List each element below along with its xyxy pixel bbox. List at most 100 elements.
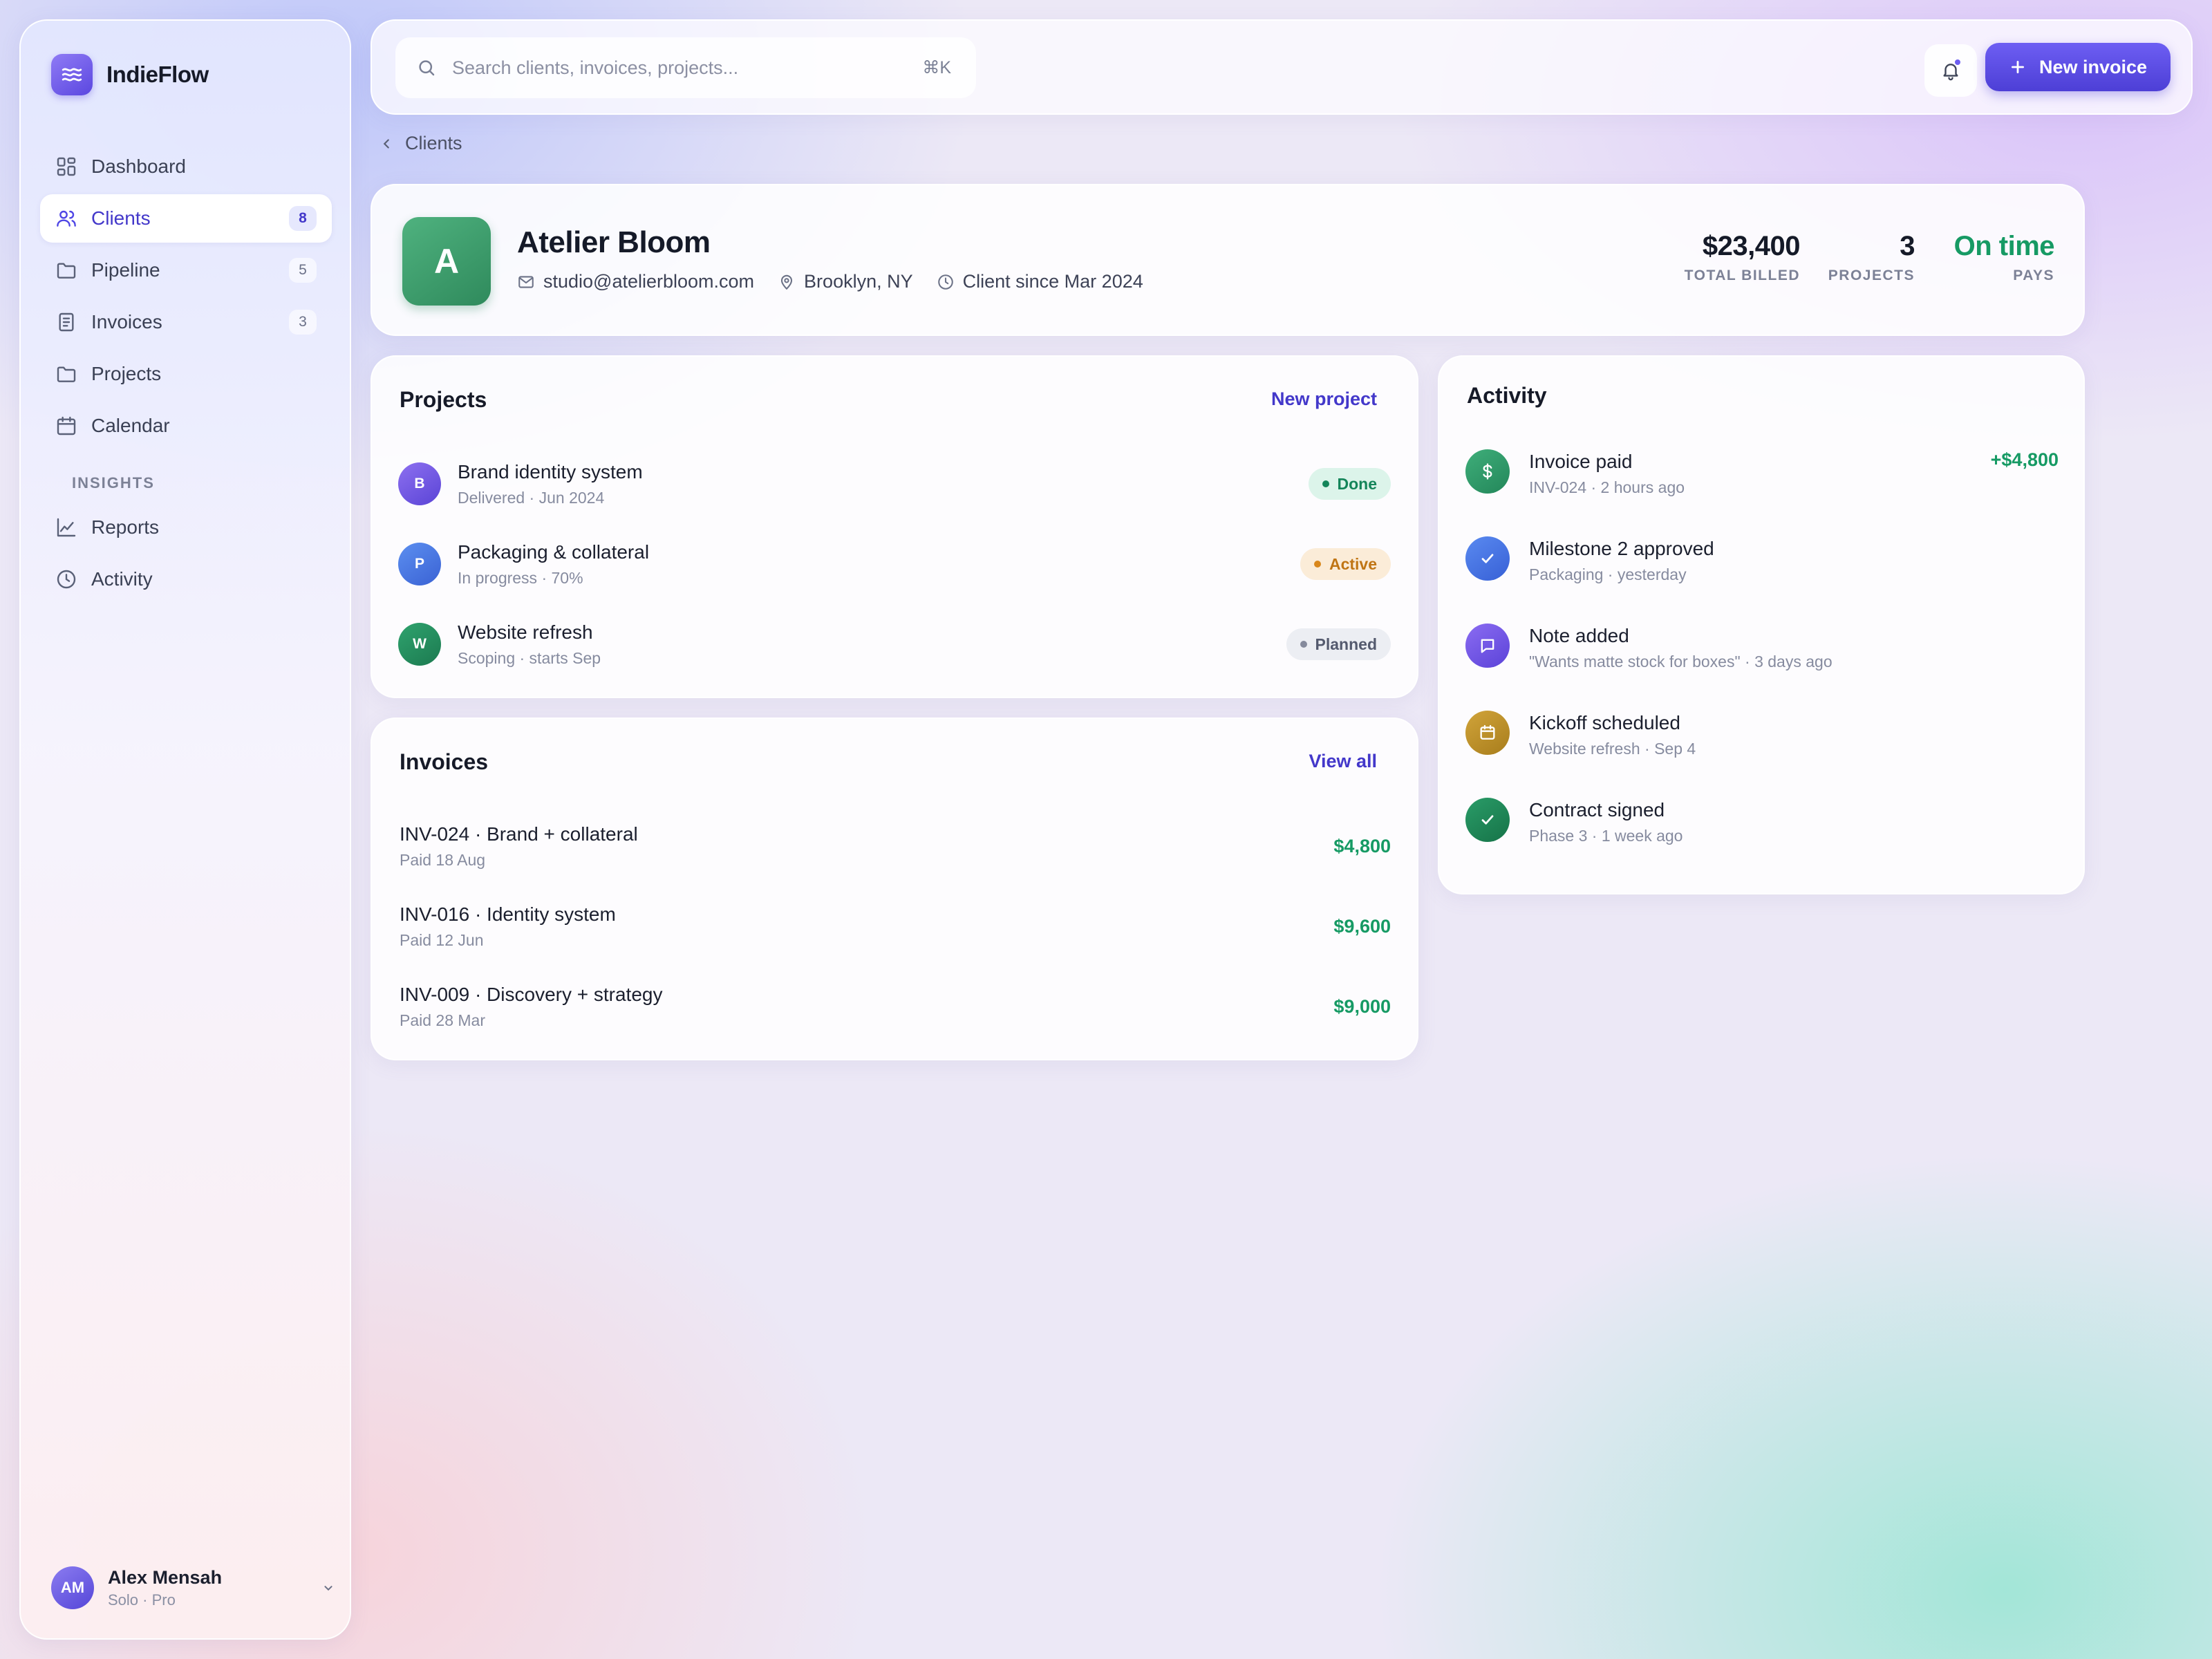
activity-amount: +$4,800 <box>1990 449 2059 470</box>
sidebar-item-label: Pipeline <box>91 259 160 281</box>
top-bar: Search clients, invoices, projects... ⌘K… <box>371 19 2193 115</box>
activity-title-text: Kickoff scheduled <box>1529 712 1680 733</box>
activity-title-text: Note added <box>1529 625 1629 646</box>
clock-icon <box>55 568 77 590</box>
client-since: Client since Mar 2024 <box>937 271 1143 292</box>
calendar-icon <box>55 415 77 437</box>
activity-title: Activity <box>1467 383 1547 408</box>
sidebar-item-label: Dashboard <box>91 156 186 177</box>
search-input[interactable]: Search clients, invoices, projects... ⌘K <box>395 37 976 98</box>
notifications-button[interactable] <box>1924 44 1977 97</box>
grid-icon <box>55 156 77 178</box>
breadcrumb[interactable]: Clients <box>379 133 462 154</box>
count-badge: 5 <box>289 258 317 283</box>
status-badge: Active <box>1300 548 1391 580</box>
client-name: Atelier Bloom <box>517 225 711 259</box>
invoice-subtitle: Paid 12 Jun <box>400 930 484 949</box>
activity-title-text: Contract signed <box>1529 799 1665 821</box>
client-email[interactable]: studio@atelierbloom.com <box>517 271 754 292</box>
activity-item[interactable]: Invoice paid INV-024 · 2 hours ago +$4,8… <box>1465 444 2059 531</box>
client-location: Brooklyn, NY <box>778 271 913 292</box>
invoice-row[interactable]: INV-009 · Discovery + strategy Paid 28 M… <box>400 966 1392 1047</box>
client-meta: studio@atelierbloom.com Brooklyn, NY Cli… <box>517 271 1167 292</box>
status-badge: Done <box>1308 468 1391 500</box>
stat-pays: On time PAYS <box>1954 231 2055 284</box>
project-subtitle: Scoping · starts Sep <box>458 648 601 667</box>
sidebar-item-label: Reports <box>91 516 160 538</box>
clock-icon <box>937 273 955 291</box>
sidebar-item-dashboard[interactable]: Dashboard <box>40 142 332 191</box>
check-icon <box>1465 798 1510 842</box>
activity-item[interactable]: Kickoff scheduled Website refresh · Sep … <box>1465 705 2059 792</box>
project-row[interactable]: W Website refresh Scoping · starts Sep P… <box>398 604 1391 684</box>
project-title: Website refresh <box>458 621 593 643</box>
search-icon <box>416 57 437 78</box>
stat-label: PAYS <box>2013 268 2054 283</box>
project-avatar: W <box>398 623 441 666</box>
project-row[interactable]: B Brand identity system Delivered · Jun … <box>398 444 1391 524</box>
mail-icon <box>517 273 535 291</box>
sidebar-item-label: Calendar <box>91 415 170 436</box>
folder-icon <box>55 363 77 385</box>
project-row[interactable]: P Packaging & collateral In progress · 7… <box>398 524 1391 604</box>
search-placeholder: Search clients, invoices, projects... <box>452 57 739 78</box>
waves-icon <box>51 54 93 95</box>
sidebar-item-projects[interactable]: Projects <box>40 350 332 398</box>
user-plan: Solo · Pro <box>108 1591 176 1609</box>
stat-label: TOTAL BILLED <box>1684 268 1800 283</box>
users-icon <box>55 207 77 229</box>
stat-label: PROJECTS <box>1828 268 1915 283</box>
chevron-down-icon[interactable] <box>321 1580 336 1595</box>
sidebar-item-activity[interactable]: Activity <box>40 555 332 603</box>
invoice-amount: $9,000 <box>1333 995 1391 1017</box>
document-icon <box>55 311 77 333</box>
invoice-amount: $9,600 <box>1333 915 1391 937</box>
new-invoice-label: New invoice <box>2038 56 2148 77</box>
invoice-row[interactable]: INV-016 · Identity system Paid 12 Jun $9… <box>400 886 1392 966</box>
status-label: Planned <box>1315 635 1377 653</box>
user-name: Alex Mensah <box>108 1566 223 1588</box>
activity-item[interactable]: Note added "Wants matte stock for boxes"… <box>1465 618 2059 705</box>
folder-icon <box>55 259 77 281</box>
project-title: Packaging & collateral <box>458 541 650 563</box>
project-title: Brand identity system <box>458 460 643 482</box>
projects-title: Projects <box>400 387 487 412</box>
view-all-link[interactable]: View all <box>1309 751 1377 772</box>
client-since-text: Client since Mar 2024 <box>962 271 1143 292</box>
search-shortcut: ⌘K <box>922 58 951 77</box>
brand[interactable]: IndieFlow <box>51 54 209 95</box>
notification-dot <box>1953 58 1962 66</box>
activity-card: Activity Invoice paid INV-024 · 2 hours … <box>1438 355 2085 894</box>
activity-item[interactable]: Contract signed Phase 3 · 1 week ago <box>1465 792 2059 879</box>
sidebar-item-calendar[interactable]: Calendar <box>40 402 332 450</box>
invoices-title: Invoices <box>400 749 489 774</box>
invoices-card: Invoices View all INV-024 · Brand + coll… <box>371 718 1418 1060</box>
activity-item[interactable]: Milestone 2 approved Packaging · yesterd… <box>1465 531 2059 618</box>
new-project-link[interactable]: New project <box>1271 388 1377 410</box>
calendar-icon <box>1465 711 1510 755</box>
sidebar-item-label: Clients <box>91 207 151 229</box>
stat-value: 3 <box>1900 231 1915 261</box>
activity-subtitle: INV-024 · 2 hours ago <box>1529 478 1685 496</box>
new-invoice-button[interactable]: New invoice <box>1985 43 2171 91</box>
activity-subtitle: "Wants matte stock for boxes" · 3 days a… <box>1529 653 1833 671</box>
invoice-row[interactable]: INV-024 · Brand + collateral Paid 18 Aug… <box>400 806 1392 886</box>
user-profile[interactable]: AM Alex Mensah Solo · Pro <box>51 1566 336 1609</box>
activity-subtitle: Website refresh · Sep 4 <box>1529 740 1696 758</box>
plus-icon <box>2009 58 2027 76</box>
avatar: AM <box>51 1566 94 1609</box>
status-badge: Planned <box>1286 628 1391 660</box>
project-avatar: P <box>398 543 441 585</box>
sidebar: IndieFlow Dashboard Clients 8 Pipeline 5 <box>19 19 351 1640</box>
sidebar-item-reports[interactable]: Reports <box>40 503 332 552</box>
status-label: Done <box>1337 474 1378 493</box>
sidebar-nav: Dashboard Clients 8 Pipeline 5 Invoices … <box>40 142 332 607</box>
invoice-subtitle: Paid 18 Aug <box>400 850 486 869</box>
count-badge: 3 <box>289 310 317 335</box>
sidebar-item-pipeline[interactable]: Pipeline 5 <box>40 246 332 294</box>
status-label: Active <box>1329 554 1377 573</box>
invoice-title: INV-009 · Discovery + strategy <box>400 983 663 1005</box>
sidebar-item-clients[interactable]: Clients 8 <box>40 194 332 243</box>
sidebar-item-invoices[interactable]: Invoices 3 <box>40 298 332 346</box>
client-header-card: A Atelier Bloom studio@atelierbloom.com … <box>371 184 2085 336</box>
